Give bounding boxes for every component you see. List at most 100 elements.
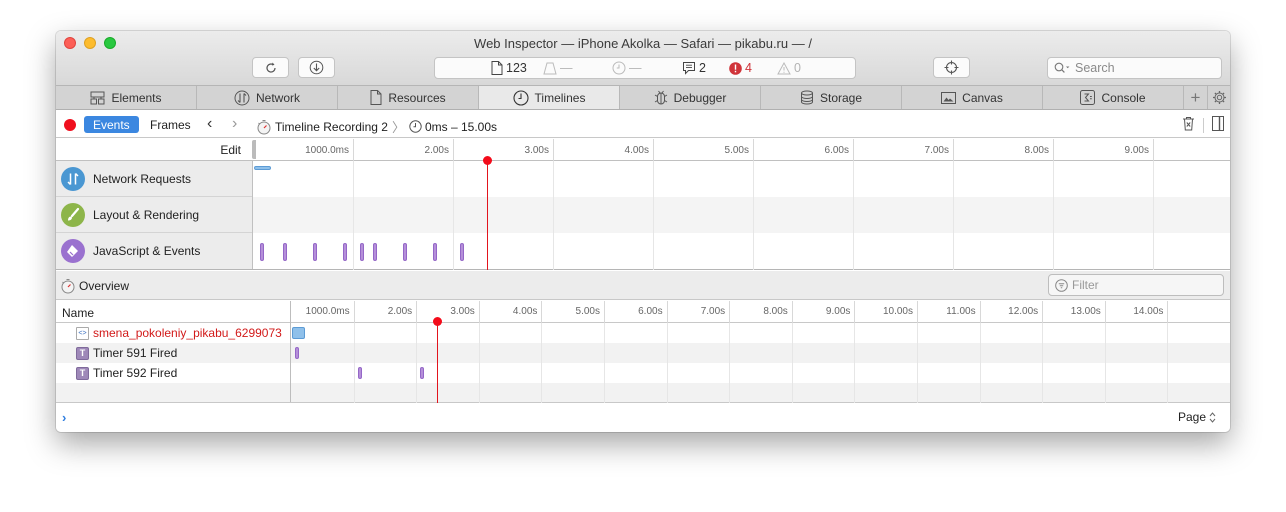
tab-label: Storage (819, 90, 863, 105)
dashboard-errors[interactable]: 4 (729, 61, 752, 75)
dashboard-warnings[interactable]: 0 (777, 61, 801, 75)
tab-resources[interactable]: Resources (338, 86, 479, 109)
download-button[interactable] (298, 57, 335, 78)
breadcrumb-time-range[interactable]: 0ms – 15.00s (425, 120, 497, 134)
overview-breadcrumb[interactable]: Overview (60, 278, 129, 294)
console-icon (1080, 90, 1096, 105)
name-column-header[interactable]: Name (62, 306, 94, 320)
javascript-event-marker[interactable] (460, 243, 464, 261)
ruler-tick-label: 2.00s (387, 306, 413, 317)
track-network-requests[interactable]: Network Requests (56, 161, 252, 197)
ruler-tick-line (478, 301, 480, 323)
warning-icon (777, 61, 791, 74)
dashboard-resources[interactable]: 123 (491, 61, 527, 75)
dashboard[interactable]: 123 — — 2 4 0 (434, 57, 856, 79)
reload-button[interactable] (252, 57, 289, 78)
table-row[interactable]: <> smena_pokoleniy_pikabu_6299073 (56, 323, 1230, 343)
tab-network[interactable]: Network (197, 86, 338, 109)
column-divider[interactable] (290, 301, 291, 403)
js-track-row (253, 233, 1230, 269)
ruler-tick-line (541, 301, 543, 323)
resources-count: 123 (506, 61, 527, 75)
ruler-tick-label: 6.00s (824, 145, 849, 156)
clock-icon (612, 61, 626, 75)
breadcrumb-separator-icon: 〉 (391, 120, 405, 135)
playhead-line[interactable] (437, 323, 439, 403)
row-name-text: Timer 591 Fired (93, 346, 178, 360)
ruler-tick-label: 10.00s (882, 306, 913, 317)
ruler-tick-label: 1000.0ms (305, 145, 349, 156)
back-button[interactable]: ‹ (207, 115, 212, 133)
tab-storage[interactable]: Storage (761, 86, 902, 109)
overview-timeline-ruler[interactable]: Edit 1000.0ms 2.00s 3.00s 4.00s 5.00s 6.00s 7.… (56, 139, 1230, 165)
grid-line (1153, 161, 1154, 270)
ruler-tick-label: 8.00s (1024, 145, 1049, 156)
track-label-text: Layout & Rendering (93, 207, 200, 222)
tab-bar: Elements Network Resources Timelines Deb… (56, 86, 1230, 110)
javascript-event-marker[interactable] (403, 243, 407, 261)
ruler-tick-line (353, 301, 355, 323)
grid-line (791, 323, 793, 403)
track-javascript-events[interactable]: JavaScript & Events (56, 233, 252, 269)
dashboard-size[interactable]: — (543, 61, 573, 75)
frames-view-button[interactable]: Frames (150, 118, 191, 132)
track-layout-rendering[interactable]: Layout & Rendering (56, 197, 252, 233)
timeline-overview-tracks: Network Requests Layout & Rendering Java… (56, 161, 1230, 270)
table-row[interactable]: T Timer 592 Fired (56, 363, 1230, 383)
overview-track-area[interactable] (253, 161, 1230, 270)
filter-field[interactable]: Filter (1048, 274, 1224, 296)
search-field[interactable]: Search (1047, 57, 1222, 79)
ruler-tick-label: 7.00s (700, 306, 726, 317)
ruler-tick-label: 3.00s (524, 145, 549, 156)
tab-console[interactable]: Console (1043, 86, 1184, 109)
row-name: T Timer 591 Fired (76, 346, 177, 360)
tab-label: Timelines (534, 90, 586, 105)
javascript-event-marker[interactable] (283, 243, 287, 261)
events-view-button[interactable]: Events (84, 116, 139, 133)
timeline-track-labels: Network Requests Layout & Rendering Java… (56, 161, 253, 269)
playhead-line[interactable] (487, 161, 488, 270)
tab-timelines[interactable]: Timelines (479, 86, 620, 109)
timer-event-marker[interactable] (295, 347, 300, 359)
dashboard-logs[interactable]: 2 (682, 61, 706, 75)
javascript-event-marker[interactable] (343, 243, 347, 261)
add-tab-button[interactable]: + (1184, 86, 1208, 109)
timer-icon: T (76, 346, 89, 360)
tab-elements[interactable]: Elements (56, 86, 197, 109)
script-file-icon: <> (76, 326, 89, 340)
javascript-event-marker[interactable] (313, 243, 317, 261)
clear-timeline-button[interactable] (1182, 116, 1195, 134)
inspect-element-button[interactable] (933, 57, 970, 78)
breadcrumb-recording[interactable]: Timeline Recording 2 (275, 120, 388, 134)
javascript-event-marker[interactable] (260, 243, 264, 261)
grid-line (541, 323, 543, 403)
settings-button[interactable] (1208, 86, 1230, 109)
tab-canvas[interactable]: Canvas (902, 86, 1043, 109)
edit-timelines-button[interactable]: Edit (56, 143, 253, 157)
forward-button[interactable]: › (232, 115, 237, 133)
javascript-event-marker[interactable] (360, 243, 364, 261)
tab-debugger[interactable]: Debugger (620, 86, 761, 109)
tab-label: Network (255, 90, 300, 105)
record-button[interactable] (64, 119, 76, 131)
breadcrumb: Timeline Recording 2 〉 0ms – 15.00s (256, 117, 497, 136)
network-request-bar[interactable] (254, 166, 271, 170)
dashboard-time[interactable]: — (612, 61, 642, 75)
row-name: <> smena_pokoleniy_pikabu_6299073 (76, 326, 282, 340)
resource-load-bar[interactable] (292, 327, 305, 339)
javascript-event-marker[interactable] (373, 243, 377, 261)
javascript-event-marker[interactable] (433, 243, 437, 261)
warnings-count: 0 (794, 61, 801, 75)
divider (1203, 117, 1204, 133)
table-row[interactable]: T Timer 591 Fired (56, 343, 1230, 363)
quick-console[interactable]: › Page (56, 403, 1230, 432)
grid-line (1053, 161, 1054, 270)
timer-event-marker[interactable] (357, 367, 362, 379)
ruler-tick-label: 13.00s (1070, 306, 1101, 317)
execution-context-select[interactable]: Page (1178, 410, 1216, 424)
toggle-sidebar-button[interactable] (1212, 116, 1224, 134)
ruler-tick-label: 3.00s (450, 306, 475, 317)
timer-event-marker[interactable] (420, 367, 425, 379)
sidebar-icon (1212, 116, 1224, 131)
selection-handle-start[interactable] (252, 140, 256, 159)
